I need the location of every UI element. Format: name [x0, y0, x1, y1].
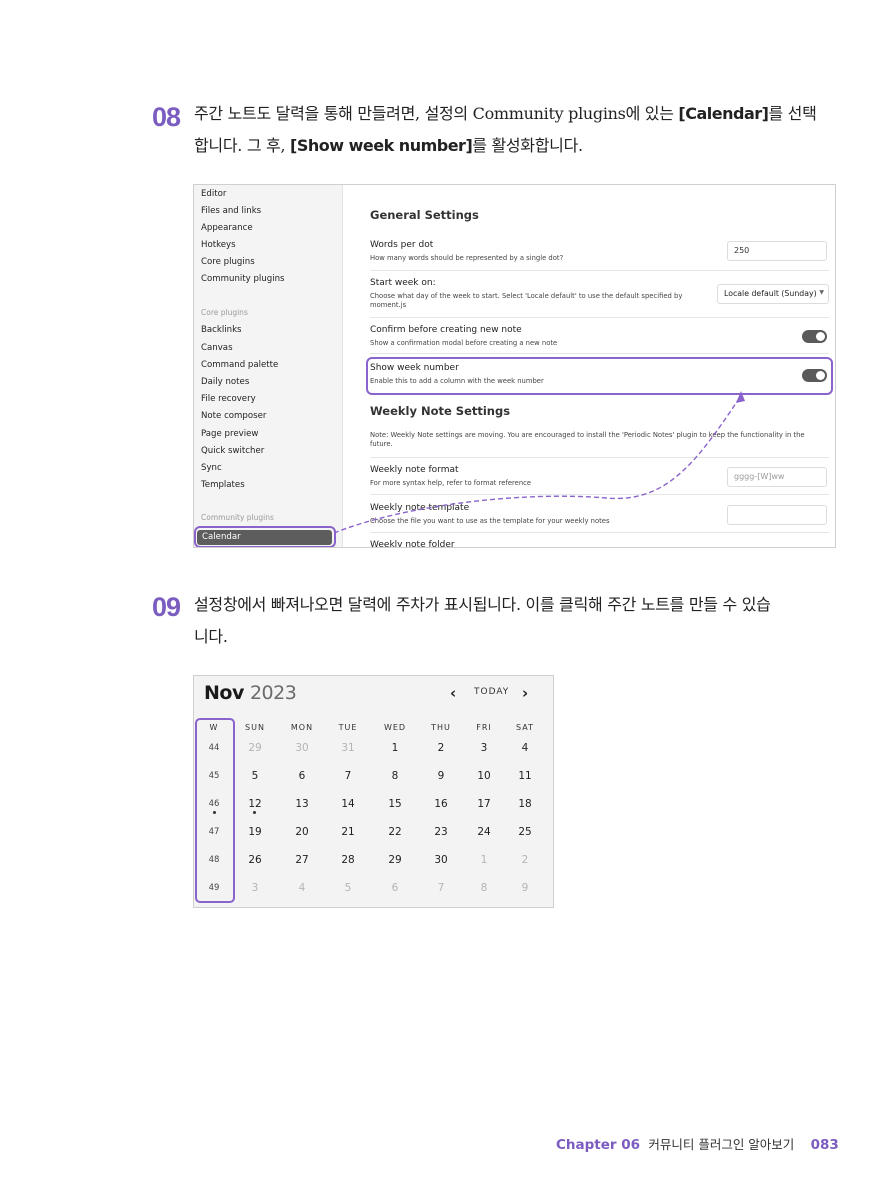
weekday-sat: SAT — [516, 723, 534, 732]
calendar-month: Nov — [204, 682, 244, 704]
calendar-screenshot: Nov 2023 ‹ TODAY › W SUN MON TUE WED THU… — [193, 675, 554, 908]
calendar-day[interactable]: 5 — [328, 882, 368, 894]
settings-screenshot: Editor Files and links Appearance Hotkey… — [193, 184, 836, 548]
weekday-fri: FRI — [476, 723, 492, 732]
today-button[interactable]: TODAY — [474, 687, 509, 697]
calendar-day[interactable]: 26 — [235, 854, 275, 866]
calendar-day[interactable]: 21 — [328, 826, 368, 838]
footer-page-number: 083 — [810, 1137, 839, 1153]
calendar-day[interactable]: 30 — [421, 854, 461, 866]
calendar-day[interactable]: 28 — [328, 854, 368, 866]
calendar-day[interactable]: 5 — [235, 770, 275, 782]
prev-month-icon[interactable]: ‹ — [450, 684, 456, 702]
calendar-day[interactable]: 9 — [505, 882, 545, 894]
step-08-line1-post: 를 선택 — [768, 104, 817, 123]
calendar-day[interactable]: 6 — [375, 882, 415, 894]
calendar-day[interactable]: 2 — [505, 854, 545, 866]
calendar-day[interactable]: 29 — [235, 742, 275, 754]
calendar-day[interactable]: 4 — [282, 882, 322, 894]
calendar-day[interactable]: 20 — [282, 826, 322, 838]
weekday-mon: MON — [290, 723, 314, 732]
weekday-wed: WED — [383, 723, 407, 732]
weekday-thu: THU — [431, 723, 451, 732]
weekday-sun: SUN — [245, 723, 265, 732]
calendar-day[interactable]: 8 — [375, 770, 415, 782]
step-09-line1: 설정창에서 빠져나오면 달력에 주차가 표시됩니다. 이를 클릭해 주간 노트를… — [194, 595, 771, 614]
arrowhead — [736, 391, 745, 403]
calendar-day[interactable]: 30 — [282, 742, 322, 754]
calendar-day[interactable]: 18 — [505, 798, 545, 810]
calendar-day[interactable]: 25 — [505, 826, 545, 838]
step-08-line1-pre: 주간 노트도 달력을 통해 만들려면, 설정의 Community plugin… — [194, 104, 679, 123]
step-08-line2-bold: [Show week number] — [290, 136, 473, 155]
step-08-line1-bold: [Calendar] — [678, 104, 769, 123]
calendar-day[interactable]: 9 — [421, 770, 461, 782]
calendar-day[interactable]: 6 — [282, 770, 322, 782]
calendar-day[interactable]: 7 — [328, 770, 368, 782]
calendar-day[interactable]: 23 — [421, 826, 461, 838]
calendar-day[interactable]: 22 — [375, 826, 415, 838]
calendar-month-title: Nov 2023 — [204, 682, 297, 704]
note-dot — [253, 811, 256, 814]
step-08-line2-post: 를 활성화합니다. — [472, 136, 583, 155]
calendar-day[interactable]: 31 — [328, 742, 368, 754]
calendar-day[interactable]: 3 — [464, 742, 504, 754]
calendar-day[interactable]: 27 — [282, 854, 322, 866]
weekday-tue: TUE — [338, 723, 358, 732]
calendar-day[interactable]: 29 — [375, 854, 415, 866]
calendar-day[interactable]: 19 — [235, 826, 275, 838]
dashed-arrow — [333, 391, 745, 534]
calendar-day[interactable]: 7 — [421, 882, 461, 894]
step-08-line2-pre: 합니다. 그 후, — [194, 136, 291, 155]
calendar-day[interactable]: 13 — [282, 798, 322, 810]
calendar-day[interactable]: 2 — [421, 742, 461, 754]
calendar-day[interactable]: 12 — [235, 798, 275, 810]
calendar-day[interactable]: 4 — [505, 742, 545, 754]
calendar-day[interactable]: 8 — [464, 882, 504, 894]
page-footer: Chapter 06 커뮤니티 플러그인 알아보기 083 — [556, 1134, 839, 1153]
calendar-day[interactable]: 1 — [375, 742, 415, 754]
calendar-day[interactable]: 11 — [505, 770, 545, 782]
calendar-day[interactable]: 10 — [464, 770, 504, 782]
calendar-day[interactable]: 17 — [464, 798, 504, 810]
calendar-day[interactable]: 16 — [421, 798, 461, 810]
calendar-day[interactable]: 15 — [375, 798, 415, 810]
calendar-day[interactable]: 1 — [464, 854, 504, 866]
footer-title: 커뮤니티 플러그인 알아보기 — [648, 1137, 795, 1152]
step-09-text: 설정창에서 빠져나오면 달력에 주차가 표시됩니다. 이를 클릭해 주간 노트를… — [194, 589, 844, 653]
step-08-text: 주간 노트도 달력을 통해 만들려면, 설정의 Community plugin… — [194, 98, 844, 162]
step-number-09: 09 — [152, 592, 181, 622]
step-09-line2: 니다. — [194, 627, 228, 646]
week-number-highlight — [195, 718, 235, 903]
next-month-icon[interactable]: › — [522, 684, 528, 702]
calendar-day[interactable]: 14 — [328, 798, 368, 810]
calendar-year: 2023 — [249, 682, 297, 704]
calendar-day[interactable]: 3 — [235, 882, 275, 894]
calendar-day[interactable]: 24 — [464, 826, 504, 838]
step-number-08: 08 — [152, 102, 181, 132]
dashed-arrow-path — [333, 396, 741, 534]
footer-chapter: Chapter 06 — [556, 1137, 641, 1153]
